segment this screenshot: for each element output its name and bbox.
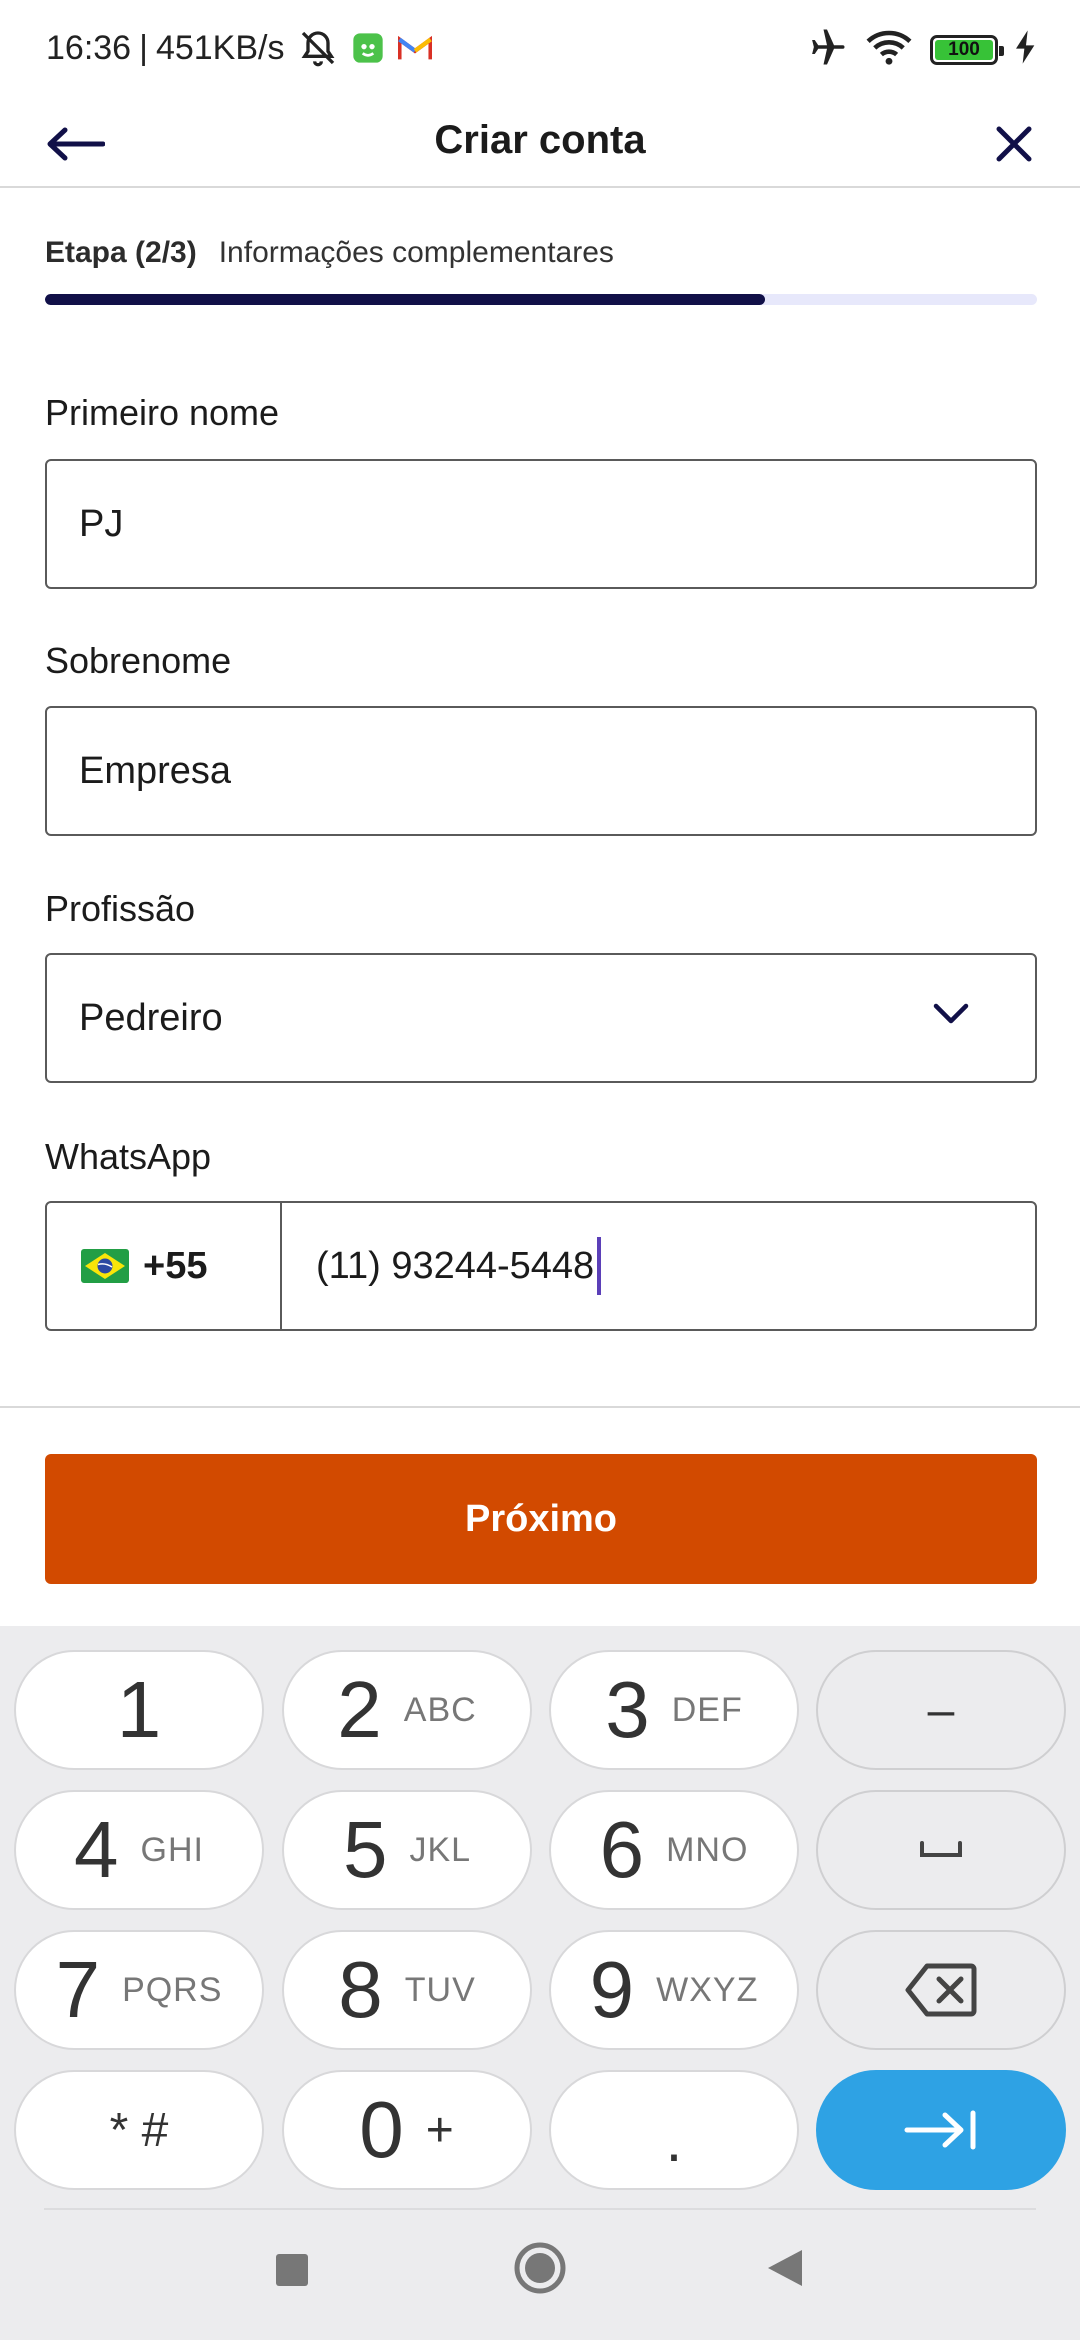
- charging-icon: [1016, 30, 1036, 69]
- country-code-selector[interactable]: +55: [47, 1203, 282, 1329]
- bell-off-icon: [298, 28, 338, 68]
- network-speed: 451KB/s: [155, 28, 285, 67]
- key-1[interactable]: 1: [14, 1650, 264, 1770]
- app-header: Criar conta: [0, 100, 1080, 188]
- battery-level: 100: [948, 38, 980, 60]
- whatsapp-number-value: (11) 93244-5448: [316, 1244, 595, 1287]
- first-name-label: Primeiro nome: [45, 392, 280, 433]
- space-icon: [920, 1841, 962, 1857]
- key-backspace[interactable]: [816, 1930, 1066, 2050]
- step-indicator: Etapa (2/3) Informações complementares: [45, 236, 614, 270]
- app-notification-icon: [352, 32, 384, 64]
- key-3[interactable]: 3 DEF: [549, 1650, 799, 1770]
- first-name-input[interactable]: PJ: [45, 459, 1037, 589]
- recent-apps-button[interactable]: [262, 2240, 322, 2300]
- last-name-value: Empresa: [79, 749, 232, 792]
- whatsapp-label: WhatsApp: [45, 1136, 212, 1177]
- profession-select[interactable]: Pedreiro: [45, 953, 1037, 1083]
- status-time: 16:36: [46, 28, 132, 67]
- text-cursor: [597, 1237, 602, 1295]
- step-progress-fill: [45, 294, 766, 305]
- battery-indicator: 100: [930, 34, 1004, 65]
- status-bar: 16:36 | 451KB/s 100: [0, 0, 1080, 100]
- next-button[interactable]: Próximo: [45, 1454, 1037, 1584]
- last-name-input[interactable]: Empresa: [45, 706, 1037, 836]
- key-9[interactable]: 9 WXYZ: [549, 1930, 799, 2050]
- key-7[interactable]: 7 PQRS: [14, 1930, 264, 2050]
- home-button[interactable]: [510, 2238, 570, 2303]
- key-5[interactable]: 5 JKL: [282, 1790, 532, 1910]
- key-dot[interactable]: .: [549, 2070, 799, 2190]
- key-6[interactable]: 6 MNO: [549, 1790, 799, 1910]
- backspace-icon: [905, 1963, 977, 2017]
- footer-divider: [0, 1406, 1080, 1408]
- close-button[interactable]: [984, 116, 1044, 172]
- last-name-label: Sobrenome: [45, 640, 232, 681]
- profession-value: Pedreiro: [79, 996, 223, 1039]
- whatsapp-number-input[interactable]: (11) 93244-5448: [282, 1203, 1035, 1329]
- step-progress-bar: [45, 294, 1037, 305]
- system-nav-bar: [0, 2210, 1080, 2340]
- close-icon: [996, 126, 1032, 162]
- brazil-flag-icon: [81, 1249, 129, 1283]
- key-4[interactable]: 4 GHI: [14, 1790, 264, 1910]
- first-name-value: PJ: [79, 502, 124, 545]
- back-nav-button[interactable]: [756, 2238, 816, 2303]
- key-0[interactable]: 0 +: [282, 2070, 532, 2190]
- key-space[interactable]: [816, 1790, 1066, 1910]
- wifi-icon: [866, 28, 912, 71]
- square-icon: [276, 2254, 308, 2286]
- chevron-down-icon: [933, 1003, 969, 1024]
- profession-label: Profissão: [45, 888, 196, 929]
- airplane-icon: [806, 26, 848, 73]
- gmail-icon: [398, 34, 433, 62]
- circle-icon: [514, 2242, 566, 2294]
- page-title: Criar conta: [434, 118, 646, 162]
- key-2[interactable]: 2 ABC: [282, 1650, 532, 1770]
- country-code: +55: [143, 1244, 208, 1287]
- key-next[interactable]: [816, 2070, 1066, 2190]
- tab-next-icon: [904, 2110, 976, 2150]
- key-star-hash[interactable]: * #: [14, 2070, 264, 2190]
- key-minus[interactable]: –: [816, 1650, 1066, 1770]
- key-8[interactable]: 8 TUV: [282, 1930, 532, 2050]
- whatsapp-input-group: +55 (11) 93244-5448: [45, 1201, 1037, 1331]
- step-description: Informações complementares: [218, 236, 614, 269]
- triangle-back-icon: [768, 2250, 802, 2286]
- step-number: Etapa (2/3): [45, 236, 197, 269]
